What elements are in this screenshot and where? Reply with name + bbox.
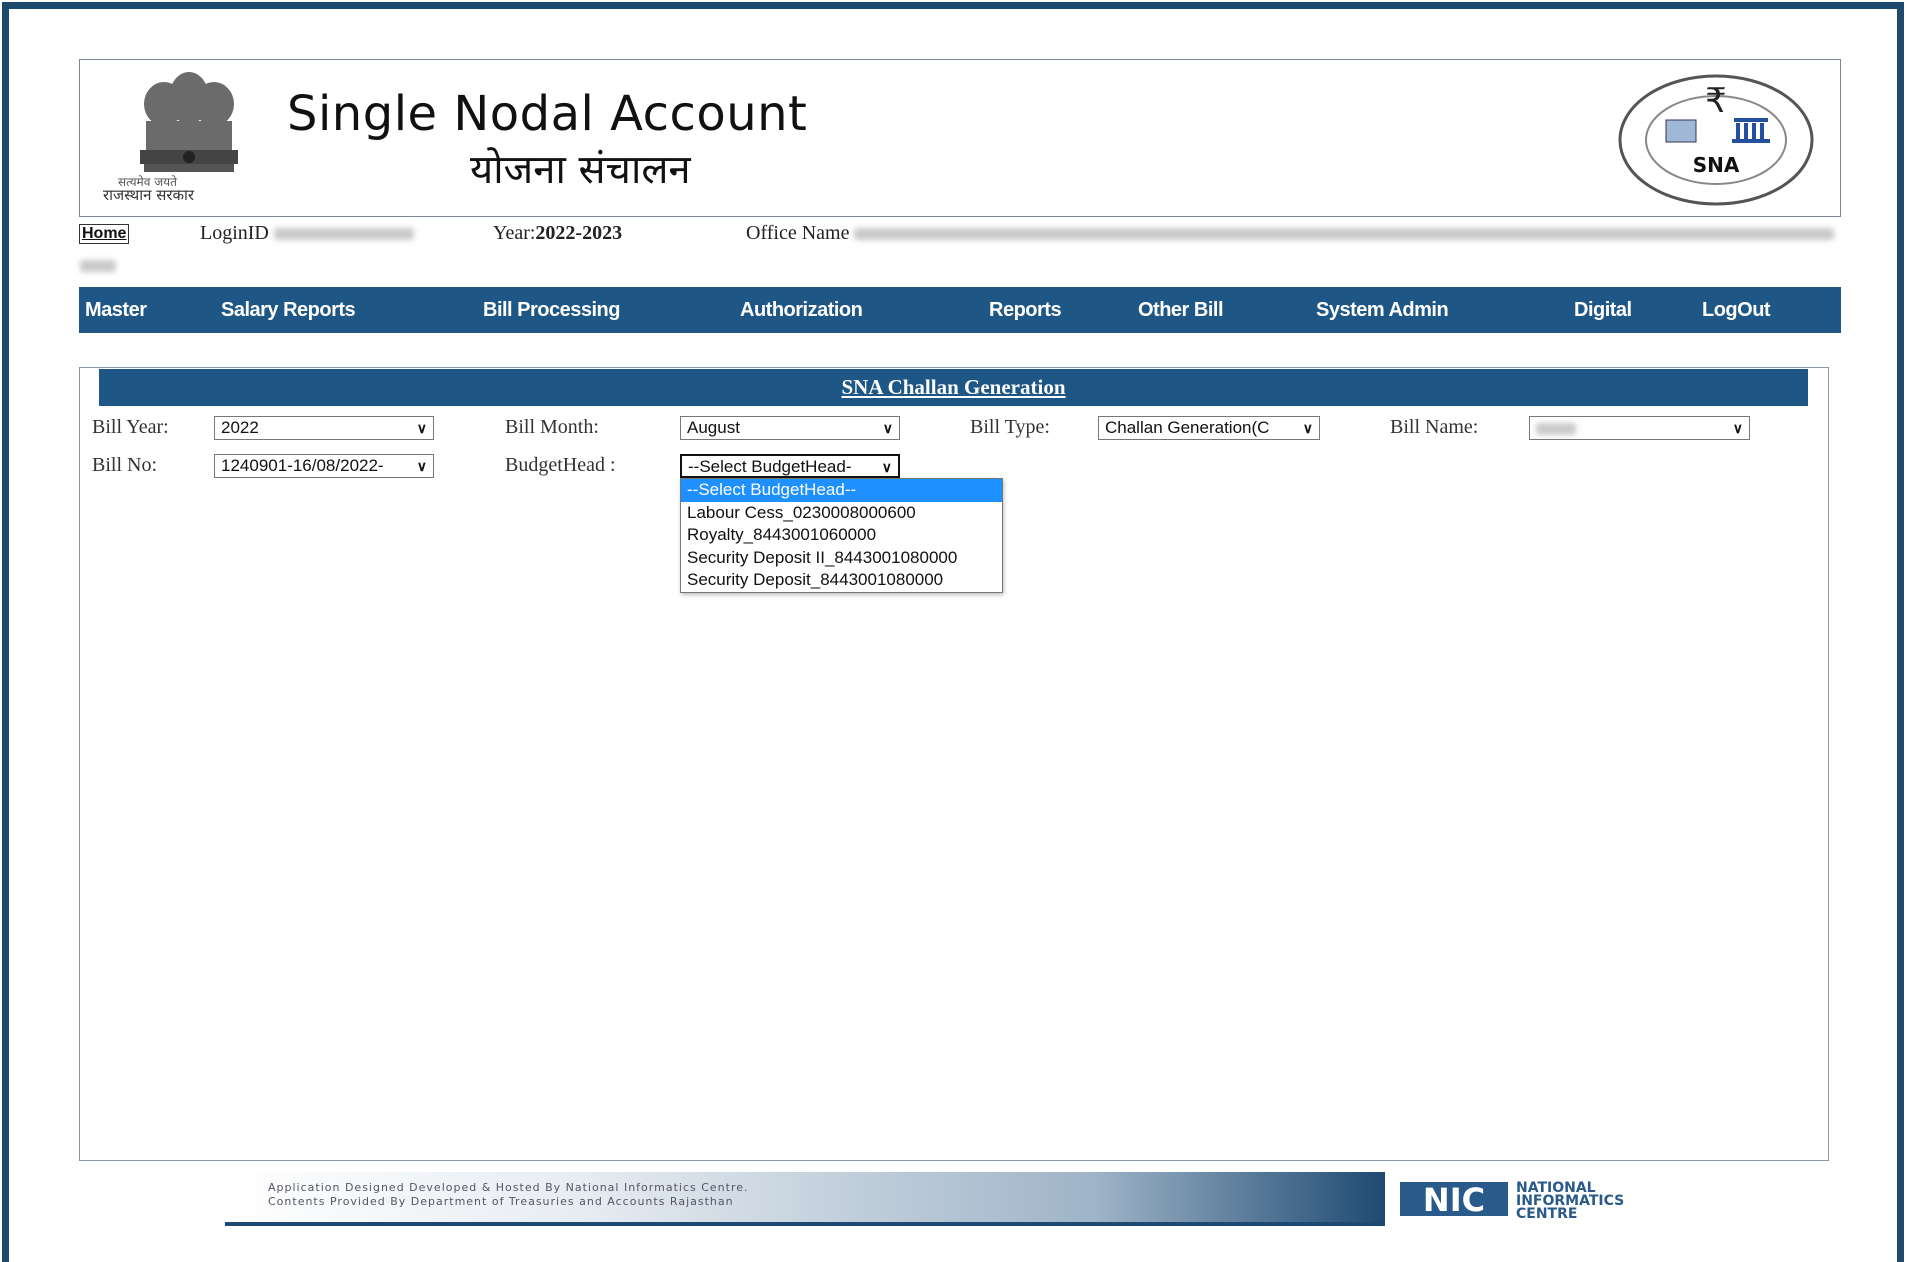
svg-text:SNA: SNA bbox=[1693, 153, 1740, 177]
budget-head-value: --Select BudgetHead- bbox=[688, 457, 852, 476]
svg-text:₹: ₹ bbox=[1705, 81, 1727, 121]
bill-name-label: Bill Name: bbox=[1390, 416, 1479, 438]
bill-month-value: August bbox=[687, 418, 740, 437]
svg-text:NIC: NIC bbox=[1423, 1181, 1485, 1219]
budget-head-dropdown: --Select BudgetHead-- Labour Cess_023000… bbox=[680, 478, 1003, 593]
bill-no-value: 1240901-16/08/2022- bbox=[221, 456, 384, 475]
home-link[interactable]: Home bbox=[79, 224, 130, 244]
office-name-label: Office Name bbox=[746, 222, 850, 244]
login-id: LoginID bbox=[200, 222, 414, 245]
bill-month-select[interactable]: August ∨ bbox=[680, 416, 900, 440]
financial-year: Year:2022-2023 bbox=[493, 222, 622, 245]
footer-line-1: Application Designed Developed & Hosted … bbox=[268, 1181, 749, 1194]
app-subtitle: योजना संचालन bbox=[470, 147, 691, 193]
nav-other-bill[interactable]: Other Bill bbox=[1138, 287, 1224, 333]
nav-authorization[interactable]: Authorization bbox=[740, 287, 863, 333]
app-title: Single Nodal Account bbox=[287, 86, 808, 142]
chevron-down-icon: ∨ bbox=[414, 455, 427, 477]
form-title-bar: SNA Challan Generation bbox=[99, 369, 1808, 406]
bill-no-label: Bill No: bbox=[92, 454, 158, 476]
budget-head-select[interactable]: --Select BudgetHead- ∨ bbox=[680, 454, 900, 478]
bill-name-select[interactable]: ∨ bbox=[1529, 416, 1750, 440]
form-title: SNA Challan Generation bbox=[841, 375, 1066, 399]
main-nav: Master Salary Reports Bill Processing Au… bbox=[79, 287, 1841, 333]
budget-head-label: BudgetHead : bbox=[505, 454, 616, 476]
footer-line-2: Contents Provided By Department of Treas… bbox=[268, 1195, 734, 1208]
nav-logout[interactable]: LogOut bbox=[1702, 287, 1771, 333]
chevron-down-icon: ∨ bbox=[1300, 417, 1313, 439]
nav-bill-processing[interactable]: Bill Processing bbox=[483, 287, 621, 333]
login-id-label: LoginID bbox=[200, 222, 269, 244]
budget-head-option[interactable]: Royalty_8443001060000 bbox=[681, 524, 1002, 547]
chevron-down-icon: ∨ bbox=[1732, 420, 1743, 436]
budget-head-option[interactable]: --Select BudgetHead-- bbox=[681, 479, 1002, 502]
nav-digital[interactable]: Digital bbox=[1574, 287, 1632, 333]
nav-salary-reports[interactable]: Salary Reports bbox=[221, 287, 356, 333]
office-name-overflow-redacted bbox=[80, 260, 116, 272]
year-value: 2022-2023 bbox=[535, 222, 623, 244]
budget-head-option[interactable]: Security Deposit_8443001080000 bbox=[681, 569, 1002, 592]
bill-type-select[interactable]: Challan Generation(C ∨ bbox=[1098, 416, 1320, 440]
year-label: Year: bbox=[493, 222, 536, 244]
office-name-value-redacted bbox=[854, 228, 1835, 241]
emblem-label: राजस्थान सरकार bbox=[103, 186, 195, 204]
footer-credits: Application Designed Developed & Hosted … bbox=[268, 1181, 749, 1209]
budget-head-option[interactable]: Security Deposit II_8443001080000 bbox=[681, 547, 1002, 570]
bill-year-label: Bill Year: bbox=[92, 416, 169, 438]
nav-system-admin[interactable]: System Admin bbox=[1316, 287, 1449, 333]
bill-year-select[interactable]: 2022 ∨ bbox=[214, 416, 434, 440]
sna-logo-icon: ₹ SNA bbox=[1618, 74, 1814, 206]
svg-text:CENTRE: CENTRE bbox=[1516, 1206, 1577, 1220]
bill-year-value: 2022 bbox=[221, 418, 259, 437]
bill-type-value: Challan Generation(C bbox=[1105, 418, 1270, 437]
nav-reports[interactable]: Reports bbox=[989, 287, 1062, 333]
chevron-down-icon: ∨ bbox=[416, 420, 427, 436]
chevron-down-icon: ∨ bbox=[882, 420, 893, 436]
bill-month-label: Bill Month: bbox=[505, 416, 599, 438]
login-id-value-redacted bbox=[273, 228, 414, 241]
bill-no-select[interactable]: 1240901-16/08/2022- ∨ bbox=[214, 454, 434, 478]
nic-logo-icon: NIC NATIONAL INFORMATICS CENTRE bbox=[1400, 1180, 1624, 1220]
nav-master[interactable]: Master bbox=[85, 287, 147, 333]
chevron-down-icon: ∨ bbox=[879, 456, 892, 476]
bill-type-label: Bill Type: bbox=[970, 416, 1050, 438]
office-name: Office Name bbox=[746, 222, 1835, 245]
budget-head-option[interactable]: Labour Cess_0230008000600 bbox=[681, 502, 1002, 525]
bill-name-value-redacted bbox=[1536, 422, 1576, 435]
